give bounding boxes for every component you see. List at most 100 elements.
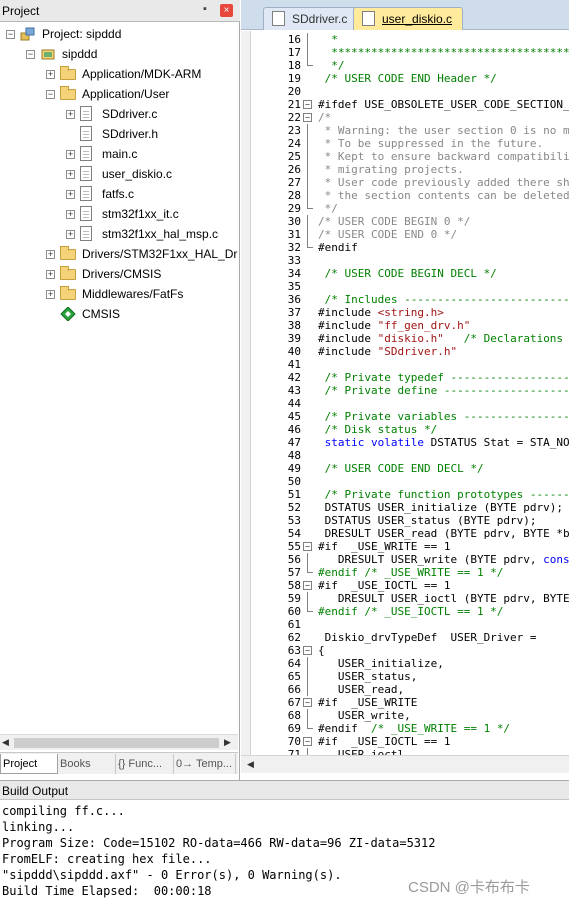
tree-item-f-sddriver-c[interactable]: + SDdriver.c [0, 104, 238, 124]
tree-item-g-cmsis[interactable]: + Drivers/CMSIS [0, 264, 238, 284]
code-line[interactable]: 39 #include "diskio.h" /* Declarations */ [241, 332, 569, 345]
expand-icon[interactable]: + [66, 150, 75, 159]
code-line[interactable]: 48 [241, 449, 569, 462]
code-line[interactable]: 29 */ [241, 202, 569, 215]
code-line[interactable]: 33 [241, 254, 569, 267]
code-line[interactable]: 60 #endif /* _USE_IOCTL == 1 */ [241, 605, 569, 618]
tree-item-f-fatfs[interactable]: + fatfs.c [0, 184, 238, 204]
code-line[interactable]: 65 USER_status, [241, 670, 569, 683]
code-area[interactable]: 16 * 17 *********************************… [241, 31, 569, 755]
expand-icon[interactable]: + [66, 230, 75, 239]
expand-icon[interactable]: + [46, 250, 55, 259]
scrollbar-thumb[interactable] [14, 738, 219, 748]
code-line[interactable]: 36 /* Includes -------------------------… [241, 293, 569, 306]
code-line[interactable]: 43 /* Private define -------------------… [241, 384, 569, 397]
code-line[interactable]: 58− #if _USE_IOCTL == 1 [241, 579, 569, 592]
code-line[interactable]: 21− #ifdef USE_OBSOLETE_USER_CODE_SECTION… [241, 98, 569, 111]
expand-icon[interactable]: + [46, 270, 55, 279]
code-line[interactable]: 64 USER_initialize, [241, 657, 569, 670]
code-line[interactable]: 22−/* [241, 111, 569, 124]
panel-tab-1[interactable]: Books [58, 754, 116, 774]
tree-item-target[interactable]: − sipddd [0, 44, 238, 64]
code-line[interactable]: 34 /* USER CODE BEGIN DECL */ [241, 267, 569, 280]
code-line[interactable]: 31 /* USER CODE END 0 */ [241, 228, 569, 241]
code-line[interactable]: 68 USER_write, [241, 709, 569, 722]
fold-toggle-icon[interactable]: − [303, 113, 312, 122]
code-line[interactable]: 16 * [241, 33, 569, 46]
panel-tab-0[interactable]: Project [0, 754, 58, 774]
code-line[interactable]: 69 #endif /* _USE_WRITE == 1 */ [241, 722, 569, 735]
code-line[interactable]: 59 DRESULT USER_ioctl (BYTE pdrv, BYTE c… [241, 592, 569, 605]
code-line[interactable]: 41 [241, 358, 569, 371]
pin-icon[interactable]: ▪ [203, 3, 207, 15]
fold-toggle-icon[interactable]: − [303, 698, 312, 707]
code-line[interactable]: 24 * To be suppressed in the future. [241, 137, 569, 150]
expand-icon[interactable]: + [66, 110, 75, 119]
code-line[interactable]: 19 /* USER CODE END Header */ [241, 72, 569, 85]
tree-item-f-userdiskio[interactable]: + user_diskio.c [0, 164, 238, 184]
code-line[interactable]: 30 /* USER CODE BEGIN 0 */ [241, 215, 569, 228]
expand-icon[interactable]: + [66, 190, 75, 199]
tree-item-g-fatfs[interactable]: + Middlewares/FatFs [0, 284, 238, 304]
code-line[interactable]: 18 */ [241, 59, 569, 72]
code-line[interactable]: 38 #include "ff_gen_drv.h" [241, 319, 569, 332]
code-line[interactable]: 28 * the section contents can be deleted… [241, 189, 569, 202]
expand-icon[interactable]: + [66, 210, 75, 219]
expand-icon[interactable]: + [46, 290, 55, 299]
code-line[interactable]: 57 #endif /* _USE_WRITE == 1 */ [241, 566, 569, 579]
code-line[interactable]: 53 DSTATUS USER_status (BYTE pdrv); [241, 514, 569, 527]
collapse-icon[interactable]: − [46, 90, 55, 99]
code-line[interactable]: 50 [241, 475, 569, 488]
code-horizontal-scrollbar[interactable]: ◀ [241, 755, 569, 773]
project-tree-scrollbar[interactable]: ◀ ▶ [0, 734, 238, 750]
tree-item-root[interactable]: − Project: sipddd [0, 24, 238, 44]
code-line[interactable]: 61 [241, 618, 569, 631]
code-line[interactable]: 51 /* Private function prototypes ------… [241, 488, 569, 501]
code-line[interactable]: 27 * User code previously added there sh… [241, 176, 569, 189]
code-line[interactable]: 17 *************************************… [241, 46, 569, 59]
tree-item-g-hal[interactable]: + Drivers/STM32F1xx_HAL_Driv [0, 244, 238, 264]
panel-tab-2[interactable]: {} Func... [116, 754, 174, 774]
scroll-right-icon[interactable]: ▶ [224, 737, 231, 748]
code-line[interactable]: 66 USER_read, [241, 683, 569, 696]
code-line[interactable]: 25 * Kept to ensure backward compatibili… [241, 150, 569, 163]
code-line[interactable]: 62 Diskio_drvTypeDef USER_Driver = [241, 631, 569, 644]
fold-toggle-icon[interactable]: − [303, 100, 312, 109]
tree-item-cmsis[interactable]: CMSIS [0, 304, 238, 324]
scroll-left-icon[interactable]: ◀ [2, 737, 9, 748]
tree-item-g-user[interactable]: − Application/User [0, 84, 238, 104]
tree-item-f-it[interactable]: + stm32f1xx_it.c [0, 204, 238, 224]
panel-tab-3[interactable]: 0→ Temp... [174, 754, 236, 774]
code-line[interactable]: 32 #endif [241, 241, 569, 254]
code-line[interactable]: 40 #include "SDdriver.h" [241, 345, 569, 358]
tree-item-f-sddriver-h[interactable]: SDdriver.h [0, 124, 238, 144]
fold-toggle-icon[interactable]: − [303, 581, 312, 590]
code-line[interactable]: 70− #if _USE_IOCTL == 1 [241, 735, 569, 748]
close-icon[interactable]: × [220, 4, 233, 17]
fold-toggle-icon[interactable]: − [303, 542, 312, 551]
collapse-icon[interactable]: − [6, 30, 15, 39]
expand-icon[interactable]: + [66, 170, 75, 179]
expand-icon[interactable]: + [46, 70, 55, 79]
code-line[interactable]: 67− #if _USE_WRITE [241, 696, 569, 709]
code-line[interactable]: 56 DRESULT USER_write (BYTE pdrv, const … [241, 553, 569, 566]
code-line[interactable]: 47 static volatile DSTATUS Stat = STA_NO… [241, 436, 569, 449]
code-line[interactable]: 63−{ [241, 644, 569, 657]
code-line[interactable]: 45 /* Private variables ----------------… [241, 410, 569, 423]
code-line[interactable]: 26 * migrating projects. [241, 163, 569, 176]
tree-item-g-mdk[interactable]: + Application/MDK-ARM [0, 64, 238, 84]
code-line[interactable]: 71 USER_ioctl, [241, 748, 569, 755]
code-line[interactable]: 23 * Warning: the user section 0 is no m… [241, 124, 569, 137]
fold-toggle-icon[interactable]: − [303, 737, 312, 746]
code-line[interactable]: 54 DRESULT USER_read (BYTE pdrv, BYTE *b… [241, 527, 569, 540]
editor-tab-1[interactable]: user_diskio.c [353, 7, 464, 30]
code-line[interactable]: 52 DSTATUS USER_initialize (BYTE pdrv); [241, 501, 569, 514]
code-line[interactable]: 55− #if _USE_WRITE == 1 [241, 540, 569, 553]
code-line[interactable]: 46 /* Disk status */ [241, 423, 569, 436]
tree-item-f-main[interactable]: + main.c [0, 144, 238, 164]
scroll-left-icon[interactable]: ◀ [247, 759, 254, 770]
code-line[interactable]: 35 [241, 280, 569, 293]
code-line[interactable]: 37 #include <string.h> [241, 306, 569, 319]
code-line[interactable]: 49 /* USER CODE END DECL */ [241, 462, 569, 475]
collapse-icon[interactable]: − [26, 50, 35, 59]
